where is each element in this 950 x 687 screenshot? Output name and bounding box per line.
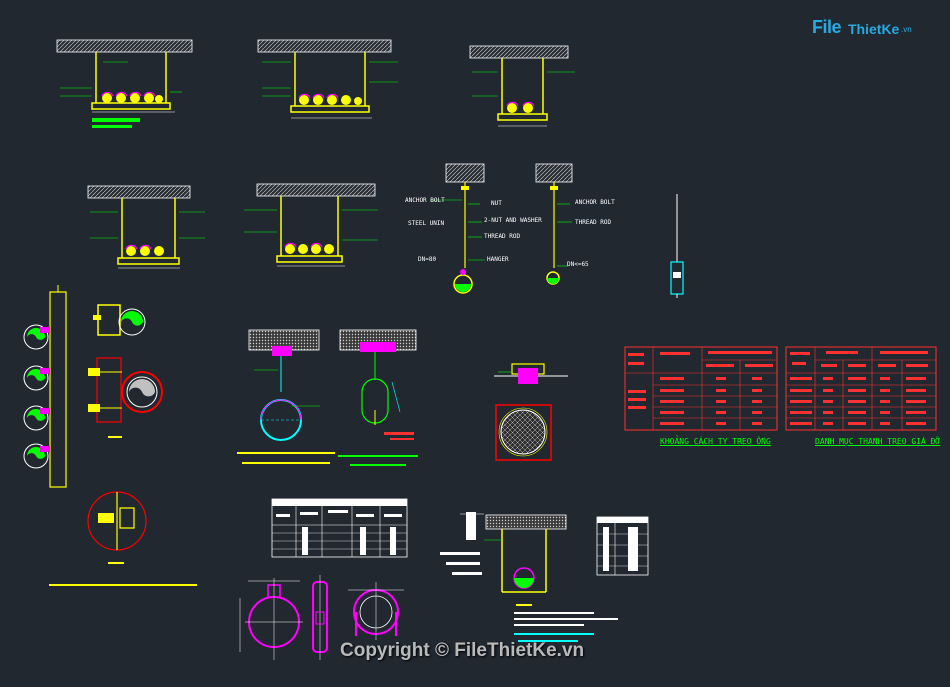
label-dn-80: DN=80 xyxy=(418,256,437,263)
copyright-watermark: Copyright © FileThietKe.vn xyxy=(340,640,585,661)
trapeze-hanger-detail-5 xyxy=(244,183,378,267)
trapeze-hanger-detail-3 xyxy=(469,45,575,127)
wall-clamp-detail xyxy=(93,304,146,336)
wall-bracket-detail-red xyxy=(88,357,163,438)
trapeze-hanger-detail-1 xyxy=(56,39,193,128)
wall-detail-caption xyxy=(49,584,197,586)
floor-drain-section xyxy=(494,363,568,384)
label-anchor-bolt-2: ANCHOR BOLT xyxy=(575,199,615,206)
cad-drawing-canvas xyxy=(23,39,937,660)
thread-rod-elevation xyxy=(670,194,684,298)
label-steel-unin: STEEL UNIN xyxy=(408,220,445,227)
clamp-dimension-table xyxy=(271,498,408,558)
label-hanger: HANGER xyxy=(487,256,509,263)
logo-tld-text: .vn xyxy=(901,25,912,34)
floor-drain-plan xyxy=(495,404,552,461)
label-nut: NUT xyxy=(491,200,502,207)
hanger-catalog-table-title: DANH MỤC THANH TREO GIÁ ĐỠ xyxy=(815,437,941,446)
single-rod-hanger-dn80 xyxy=(430,163,485,294)
pipe-clamp-front-view xyxy=(239,578,303,660)
wall-pipe-support-elevation xyxy=(23,285,67,488)
u-bolt-clamp-view xyxy=(348,582,404,640)
floor-pipe-support-section xyxy=(440,512,618,642)
pipe-spacing-table xyxy=(624,346,778,431)
pipe-spacing-table-title: KHOẢNG CÁCH TY TREO ỐNG xyxy=(660,437,771,446)
logo-file-text: File xyxy=(812,17,842,37)
label-nut-washer: 2-NUT AND WASHER xyxy=(484,217,542,224)
ceiling-pipe-detail-cyan xyxy=(237,329,335,464)
hanger-rod-catalog-table xyxy=(785,346,937,431)
label-dn-65: DN<=65 xyxy=(567,261,589,268)
pipe-clamp-side-view xyxy=(312,575,328,660)
trapeze-hanger-detail-4 xyxy=(87,185,205,269)
ceiling-pipe-detail-green xyxy=(338,329,418,466)
label-thread-rod-2: THREAD ROD xyxy=(575,219,612,226)
logo-thietke-text: ThietKe xyxy=(848,21,900,37)
small-schedule-table xyxy=(596,516,649,576)
label-anchor-bolt: ANCHOR BOLT xyxy=(405,197,445,204)
label-thread-rod: THREAD ROD xyxy=(484,233,521,240)
wall-detail-circle xyxy=(87,491,147,564)
trapeze-hanger-detail-2 xyxy=(257,39,398,119)
